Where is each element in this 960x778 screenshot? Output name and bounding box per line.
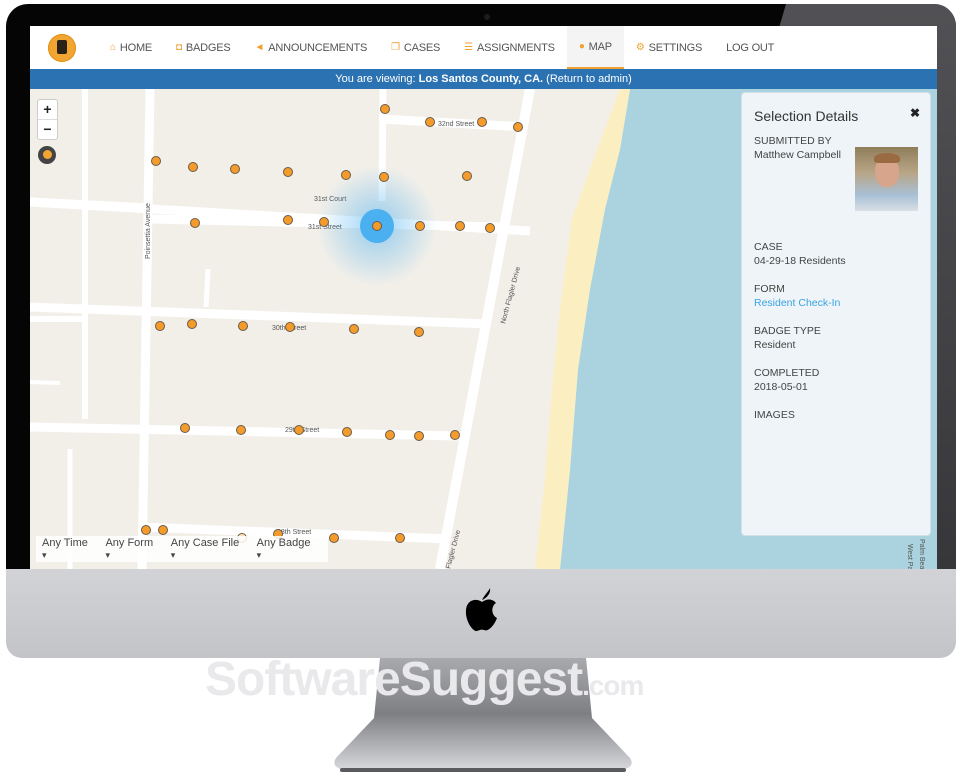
zoom-in-button[interactable]: +	[38, 100, 57, 119]
nav-badges[interactable]: ◘ BADGES	[164, 26, 243, 69]
case-marker[interactable]	[341, 170, 351, 180]
case-marker[interactable]	[477, 117, 487, 127]
nav-settings[interactable]: ⚙ SETTINGS	[624, 26, 714, 69]
nav-label: ASSIGNMENTS	[476, 41, 555, 54]
case-marker[interactable]	[158, 525, 168, 535]
home-icon: ⌂	[110, 42, 116, 53]
case-marker[interactable]	[283, 167, 293, 177]
bullhorn-icon: ◄	[254, 42, 265, 53]
street-label: Palm Beach	[918, 539, 925, 569]
file-icon: ☰	[464, 42, 473, 53]
badge-type-label: BADGE TYPE	[754, 325, 821, 337]
completed-label: COMPLETED	[754, 367, 820, 379]
case-marker[interactable]	[155, 321, 165, 331]
case-marker[interactable]	[415, 221, 425, 231]
shield-icon: ◘	[176, 42, 182, 53]
nav-log-out[interactable]: LOG OUT	[714, 26, 786, 69]
submitted-by-label: SUBMITTED BY	[754, 135, 832, 147]
locate-globe-icon[interactable]	[38, 146, 56, 164]
case-marker[interactable]	[319, 217, 329, 227]
form-link[interactable]: Resident Check-In	[754, 297, 840, 309]
case-marker[interactable]	[450, 430, 460, 440]
submitter-avatar	[855, 147, 918, 211]
case-marker[interactable]	[329, 533, 339, 543]
banner-location: Los Santos County, CA.	[418, 73, 544, 85]
case-marker[interactable]	[379, 172, 389, 182]
return-to-admin-link[interactable]: (Return to admin)	[546, 73, 632, 85]
case-marker[interactable]	[349, 324, 359, 334]
map-view[interactable]: 32nd Street31st Court31st Street30th Str…	[30, 89, 937, 569]
nav-assignments[interactable]: ☰ ASSIGNMENTS	[452, 26, 567, 69]
nav-label: ANNOUNCEMENTS	[268, 41, 368, 54]
nav-label: LOG OUT	[726, 41, 775, 54]
banner-prefix: You are viewing:	[335, 73, 419, 85]
case-marker[interactable]	[283, 215, 293, 225]
badge-type-value: Resident	[754, 339, 796, 351]
gear-icon: ⚙	[635, 42, 645, 53]
panel-title: Selection Details	[754, 108, 859, 124]
viewing-banner: You are viewing: Los Santos County, CA. …	[30, 69, 937, 89]
zoom-out-button[interactable]: −	[38, 119, 57, 139]
filter-bar: Any Time Any Form Any Case File Any Badg…	[36, 536, 328, 562]
nav-label: CASES	[403, 41, 441, 54]
case-marker[interactable]	[141, 525, 151, 535]
street-label: 32nd Street	[438, 121, 474, 128]
nav-label: MAP	[588, 40, 612, 53]
case-marker[interactable]	[180, 423, 190, 433]
map-marker-icon: ●	[578, 41, 585, 52]
case-marker[interactable]	[236, 425, 246, 435]
badge-filter-dropdown[interactable]: Any Badge	[257, 537, 317, 561]
case-marker[interactable]	[425, 117, 435, 127]
case-marker[interactable]	[188, 162, 198, 172]
case-marker[interactable]	[385, 430, 395, 440]
case-marker[interactable]	[230, 164, 240, 174]
case-marker[interactable]	[414, 327, 424, 337]
top-navbar: ⌂ HOME ◘ BADGES ◄ ANNOUNCEMENTS ❐ CASES ☰ ASSIGNM…	[30, 26, 937, 69]
nav-announcements[interactable]: ◄ ANNOUNCEMENTS	[243, 26, 380, 69]
nav-label: SETTINGS	[648, 41, 703, 54]
nav-home[interactable]: ⌂ HOME	[98, 26, 164, 69]
images-label: IMAGES	[754, 409, 795, 421]
street-label: West Palm	[906, 544, 913, 569]
case-marker[interactable]	[414, 431, 424, 441]
case-marker[interactable]	[513, 122, 523, 132]
app-screen: ⌂ HOME ◘ BADGES ◄ ANNOUNCEMENTS ❐ CASES ☰ ASSIGNM…	[30, 26, 937, 569]
zoom-control: + −	[37, 99, 58, 140]
case-marker[interactable]	[380, 104, 390, 114]
case-marker[interactable]	[485, 223, 495, 233]
case-marker[interactable]	[285, 322, 295, 332]
form-filter-dropdown[interactable]: Any Form	[105, 537, 159, 561]
time-filter-dropdown[interactable]: Any Time	[42, 537, 94, 561]
street-label: Poinsettia Avenue	[145, 203, 152, 259]
case-marker[interactable]	[294, 425, 304, 435]
case-label: CASE	[754, 241, 783, 253]
road-w2	[30, 380, 61, 385]
nav-label: BADGES	[185, 41, 231, 54]
case-value: 04-29-18 Residents	[754, 255, 846, 267]
case-marker[interactable]	[462, 171, 472, 181]
case-marker[interactable]	[395, 533, 405, 543]
copy-icon: ❐	[391, 42, 400, 53]
watermark: SoftwareSuggest.com	[205, 653, 644, 706]
case-marker[interactable]	[151, 156, 161, 166]
camera	[484, 14, 490, 20]
submitted-by-value: Matthew Campbell	[754, 149, 841, 161]
form-label: FORM	[754, 283, 785, 295]
case-file-filter-dropdown[interactable]: Any Case File	[171, 537, 246, 561]
nav-cases[interactable]: ❐ CASES	[379, 26, 452, 69]
app-logo[interactable]	[48, 33, 76, 62]
case-marker[interactable]	[190, 218, 200, 228]
apple-logo-icon	[465, 588, 497, 632]
road-stub	[203, 268, 211, 308]
nav-label: HOME	[119, 41, 153, 54]
selection-details-panel: Selection Details ✖ SUBMITTED BY Matthew…	[742, 93, 930, 535]
case-marker[interactable]	[238, 321, 248, 331]
case-marker[interactable]	[455, 221, 465, 231]
case-marker[interactable]	[372, 221, 382, 231]
close-icon[interactable]: ✖	[910, 106, 920, 120]
nav-map[interactable]: ● MAP	[566, 26, 624, 69]
completed-value: 2018-05-01	[754, 381, 808, 393]
case-marker[interactable]	[187, 319, 197, 329]
case-marker[interactable]	[342, 427, 352, 437]
